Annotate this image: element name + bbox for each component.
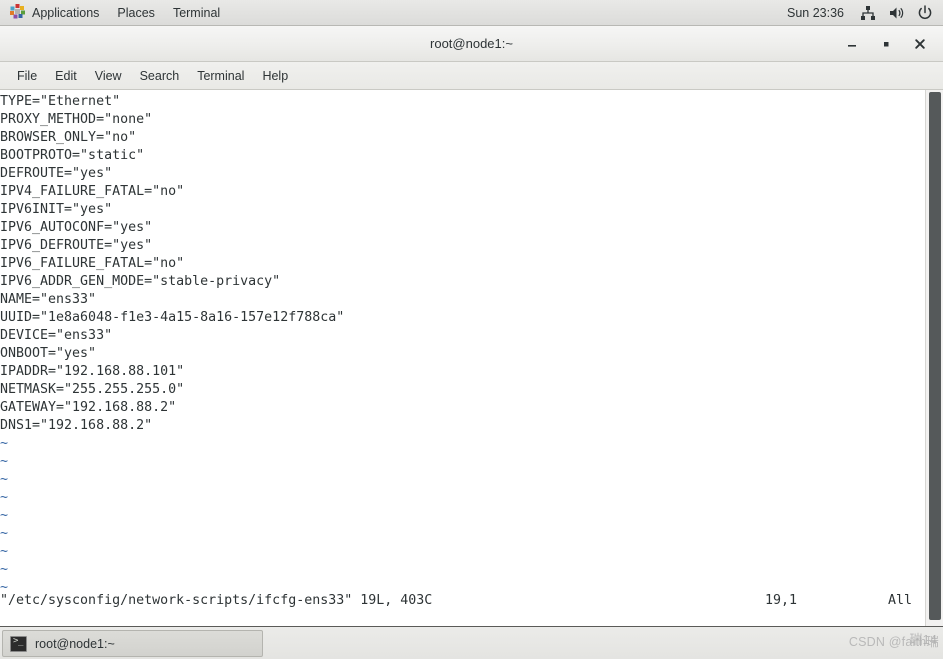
window-controls: [835, 26, 937, 62]
minimize-button[interactable]: [835, 29, 869, 59]
terminal-line: PROXY_METHOD="none": [0, 112, 153, 127]
terminal-line: DEFROUTE="yes": [0, 166, 113, 181]
vim-empty-line-marker: ~: [0, 544, 9, 559]
terminal-line: IPV6_DEFROUTE="yes": [0, 238, 153, 253]
top-panel: Applications Places Terminal Sun 23:36: [0, 0, 943, 26]
vim-empty-line-marker: ~: [0, 526, 9, 541]
terminal-scrollbar[interactable]: [925, 90, 943, 626]
watermark-overlay: 瑞14: [909, 632, 937, 647]
terminal-line: IPADDR="192.168.88.101": [0, 364, 185, 379]
terminal-line: TYPE="Ethernet": [0, 94, 121, 109]
menu-item-search[interactable]: Search: [131, 66, 189, 86]
vim-empty-line-marker: ~: [0, 508, 9, 523]
volume-icon[interactable]: [882, 5, 911, 21]
menu-item-view[interactable]: View: [86, 66, 131, 86]
vim-empty-line-marker: ~: [0, 454, 9, 469]
terminal-area[interactable]: TYPE="Ethernet" PROXY_METHOD="none" BROWSE…: [0, 90, 943, 626]
terminal-line: GATEWAY="192.168.88.2": [0, 400, 177, 415]
terminal-icon: [10, 635, 27, 652]
terminal-line: IPV6_AUTOCONF="yes": [0, 220, 153, 235]
maximize-button[interactable]: [869, 29, 903, 59]
menu-item-edit[interactable]: Edit: [46, 66, 86, 86]
desktop-screen: Applications Places Terminal Sun 23:36 r…: [0, 0, 943, 659]
terminal-line: NETMASK="255.255.255.0": [0, 382, 185, 397]
taskbar-item-terminal[interactable]: root@node1:~: [2, 630, 263, 657]
places-label: Places: [117, 5, 155, 20]
scrollbar-thumb[interactable]: [929, 92, 941, 620]
vim-empty-line-marker: ~: [0, 436, 9, 451]
applications-menu[interactable]: Applications: [0, 0, 108, 26]
bottom-panel: root@node1:~: [0, 626, 943, 659]
terminal-line: ONBOOT="yes": [0, 346, 97, 361]
clock-label: Sun 23:36: [787, 5, 844, 20]
close-button[interactable]: [903, 29, 937, 59]
terminal-text: TYPE="Ethernet" PROXY_METHOD="none" BROWSE…: [0, 90, 925, 626]
vim-empty-line-marker: ~: [0, 472, 9, 487]
terminal-line: BROWSER_ONLY="no": [0, 130, 137, 145]
terminal-label: Terminal: [172, 5, 221, 20]
taskbar-item-label: root@node1:~: [35, 636, 115, 651]
vim-status-line: "/etc/sysconfig/network-scripts/ifcfg-en…: [0, 592, 925, 610]
places-menu[interactable]: Places: [108, 0, 164, 26]
menu-item-file[interactable]: File: [8, 66, 46, 86]
terminal-line: UUID="1e8a6048-f1e3-4a15-8a16-157e12f788…: [0, 310, 345, 325]
clock[interactable]: Sun 23:36: [777, 0, 854, 26]
terminal-window: root@node1:~ File Edit View Search Termi…: [0, 26, 943, 626]
terminal-line: BOOTPROTO="static": [0, 148, 145, 163]
vim-status-position: 19,1: [765, 593, 798, 608]
terminal-line: IPV6_ADDR_GEN_MODE="stable-privacy": [0, 274, 281, 289]
terminal-menu[interactable]: Terminal: [164, 0, 229, 26]
terminal-line: IPV6_FAILURE_FATAL="no": [0, 256, 185, 271]
vim-empty-line-marker: ~: [0, 490, 9, 505]
network-icon[interactable]: [854, 5, 882, 21]
window-titlebar[interactable]: root@node1:~: [0, 26, 943, 62]
power-icon[interactable]: [911, 4, 943, 21]
terminal-line: NAME="ens33": [0, 292, 97, 307]
vim-status-percent: All: [888, 593, 913, 608]
menu-item-terminal[interactable]: Terminal: [188, 66, 253, 86]
menu-item-help[interactable]: Help: [253, 66, 297, 86]
terminal-line: DEVICE="ens33": [0, 328, 113, 343]
menubar: File Edit View Search Terminal Help: [0, 62, 943, 90]
vim-status-file: "/etc/sysconfig/network-scripts/ifcfg-en…: [0, 593, 433, 608]
window-title: root@node1:~: [430, 36, 513, 51]
terminal-line: DNS1="192.168.88.2": [0, 418, 153, 433]
applications-label: Applications: [32, 5, 100, 20]
gnome-foot-icon: [9, 3, 26, 23]
terminal-line: IPV4_FAILURE_FATAL="no": [0, 184, 185, 199]
terminal-line: IPV6INIT="yes": [0, 202, 113, 217]
vim-empty-line-marker: ~: [0, 562, 9, 577]
